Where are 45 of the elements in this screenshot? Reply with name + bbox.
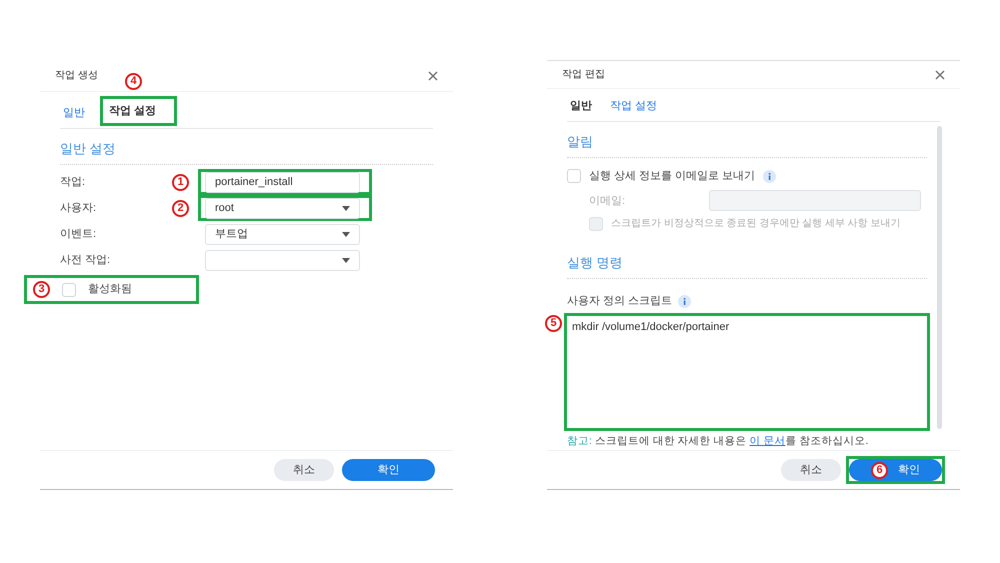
dropdown[interactable]: root (205, 198, 360, 218)
tab[interactable]: 일반 (567, 94, 595, 118)
tab[interactable]: 작업 설정 (607, 94, 660, 118)
script-textarea[interactable]: mkdir /volume1/docker/portainer (567, 316, 927, 428)
document-link[interactable]: 이 문서 (750, 435, 786, 448)
field-label: 사전 작업: (60, 252, 112, 268)
tab[interactable]: 일반 (60, 101, 88, 125)
step-marker: 1 (172, 174, 189, 190)
checkbox-label: 활성화됨 (88, 282, 132, 298)
dialog-title: 작업 생성 (55, 69, 98, 83)
cancel-button[interactable]: 취소 (274, 459, 334, 481)
info-icon (763, 170, 776, 183)
step-marker: 3 (33, 281, 50, 298)
confirm-button[interactable]: 6 확인 (849, 459, 942, 481)
note-text: 참고: 스크립트에 대한 자세한 내용은 이 문서 를 참조하십시오. (567, 434, 870, 450)
field-label: 이벤트: (60, 226, 98, 242)
field-label: 작업: (60, 174, 86, 190)
checkbox-label: 실행 상세 정보를 이메일로 보내기 (589, 169, 756, 184)
checkbox[interactable] (62, 282, 76, 296)
field-label: 사용자: (60, 200, 98, 216)
input-field[interactable]: portainer_install (205, 172, 360, 192)
caret-icon (342, 232, 350, 236)
step-marker: 5 (545, 315, 562, 332)
section-title: 일반 설정 (60, 141, 116, 156)
close-icon[interactable] (935, 70, 945, 80)
checkbox[interactable] (567, 169, 581, 184)
tab[interactable]: 작업 설정 (106, 99, 160, 123)
checkbox-label: 스크립트가 비정상적으로 종료된 경우에만 실행 세부 사항 보내기 (611, 217, 900, 232)
field-label: 사용자 정의 스크립트 (567, 294, 672, 309)
dialog-title: 작업 편집 (562, 68, 605, 82)
scrollbar[interactable] (937, 126, 942, 430)
caret-icon (342, 206, 350, 210)
section-title: 실행 명령 (567, 255, 623, 270)
cancel-button[interactable]: 취소 (781, 459, 841, 481)
confirm-button[interactable]: 확인 (342, 459, 435, 481)
close-icon[interactable] (428, 70, 438, 80)
field-label: 이메일: (589, 194, 626, 208)
section-title: 알림 (567, 134, 593, 150)
step-marker: 6 (871, 462, 888, 478)
dropdown[interactable]: 부트업 (205, 224, 360, 244)
caret-icon (342, 258, 350, 262)
step-marker: 4 (125, 73, 142, 90)
dropdown[interactable] (205, 250, 360, 270)
info-icon (678, 294, 692, 308)
step-marker: 2 (172, 200, 189, 216)
